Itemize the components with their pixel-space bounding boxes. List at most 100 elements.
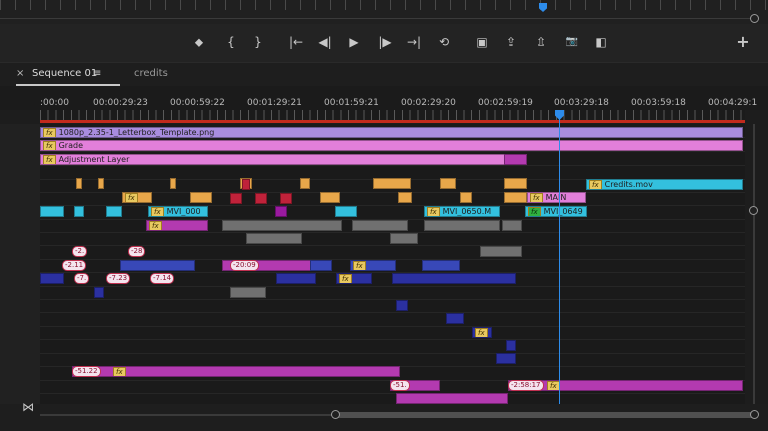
step-forward-button[interactable]: |▶ (374, 32, 396, 52)
mark-in-button[interactable]: { (220, 32, 242, 52)
clip-audio-magenta[interactable] (396, 393, 508, 404)
button-editor-add[interactable]: + (732, 32, 754, 52)
clip-orange[interactable] (504, 192, 527, 203)
clip-orange[interactable] (504, 178, 527, 189)
zoom-handle-right[interactable] (750, 410, 759, 419)
clip-blue[interactable] (446, 313, 464, 324)
clip-blue[interactable] (94, 287, 104, 298)
time-ruler-labels: :00:00 00:00:29:23 00:00:59:22 00:01:29:… (0, 86, 768, 110)
clip-gray[interactable] (424, 220, 500, 231)
loop-button[interactable]: ⟲ (433, 32, 455, 52)
duration-badge: -7.23 (106, 273, 131, 284)
clip-orange-fx[interactable]: fx (122, 192, 152, 203)
tab-sequence-01[interactable]: Sequence 01 (32, 66, 97, 82)
horizontal-scroll-thumb[interactable] (336, 412, 756, 418)
scrubber-playhead[interactable] (539, 3, 547, 12)
clip-mvi-0650[interactable]: fx MVI_0650.M (424, 206, 500, 217)
timecode-label: 00:03:59:18 (631, 98, 686, 108)
clip-blue[interactable] (120, 260, 195, 271)
clip-audio-magenta[interactable]: fx (72, 366, 400, 377)
clip-blue-fx[interactable]: fx (336, 273, 372, 284)
clip-orange[interactable] (98, 178, 104, 189)
track-divider (40, 151, 745, 152)
clip-letterbox[interactable]: fx 1080p_2.35-1_Letterbox_Template.png (40, 127, 743, 138)
scrubber-end-handle[interactable] (750, 14, 759, 23)
track-headers[interactable] (0, 124, 40, 404)
clip-orange[interactable] (398, 192, 412, 203)
timeline-tracks[interactable]: fx 1080p_2.35-1_Letterbox_Template.png fx… (40, 124, 745, 404)
scrollbar-handle[interactable] (749, 206, 758, 215)
clip-cyan[interactable] (335, 206, 357, 217)
scrollbar-track (753, 124, 755, 414)
clip-mvi-000[interactable]: fx MVI_000 (148, 206, 208, 217)
tab-credits[interactable]: credits (134, 66, 168, 82)
clip-orange[interactable] (76, 178, 82, 189)
safe-margins-button[interactable]: ▣ (471, 32, 493, 52)
clip-blue[interactable] (40, 273, 64, 284)
top-scrubber[interactable] (0, 0, 768, 24)
clip-adjustment-layer[interactable]: fx Adjustment Layer (40, 154, 527, 165)
clip-gray[interactable] (480, 246, 522, 257)
duration-badge: -20:09 (230, 260, 259, 271)
clip-mvi-0649[interactable]: fx MVI_0649 (525, 206, 587, 217)
comparison-view-button[interactable]: ◧ (590, 32, 612, 52)
clip-gray[interactable] (352, 220, 408, 231)
play-button[interactable]: ▶ (343, 32, 365, 52)
clip-orange[interactable] (440, 178, 456, 189)
clip-cyan[interactable] (40, 206, 64, 217)
clip-main[interactable]: fx MAIN (527, 192, 586, 203)
fx-badge: fx (43, 128, 56, 137)
go-to-out-button[interactable]: →| (403, 32, 425, 52)
clip-adjustment-end[interactable] (504, 154, 527, 165)
zoom-handle-left[interactable] (331, 410, 340, 419)
vertical-scrollbar[interactable] (749, 124, 759, 414)
clip-gray[interactable] (502, 220, 522, 231)
clip-magenta[interactable]: fx (146, 220, 208, 231)
fx-badge: fx (151, 207, 164, 216)
clip-label: 1080p_2.35-1_Letterbox_Template.png (58, 128, 215, 137)
fx-badge: fx (530, 193, 543, 202)
clip-orange[interactable] (320, 192, 340, 203)
clip-gray[interactable] (246, 233, 302, 244)
track-divider (40, 353, 745, 354)
clip-transition[interactable] (242, 179, 250, 190)
step-back-button[interactable]: ◀| (314, 32, 336, 52)
go-to-in-button[interactable]: |← (285, 32, 307, 52)
close-tab-icon[interactable]: × (16, 66, 24, 82)
extract-button[interactable]: ⇫ (530, 32, 552, 52)
duration-badge: -51.22 (72, 366, 101, 377)
clip-purple[interactable] (275, 206, 287, 217)
clip-blue[interactable] (310, 260, 332, 271)
clip-orange[interactable] (373, 178, 411, 189)
clip-gray[interactable] (222, 220, 342, 231)
clip-blue[interactable] (506, 340, 516, 351)
speed-badge: -2. (72, 246, 88, 257)
clip-blue[interactable] (276, 273, 316, 284)
clip-blue-fx[interactable]: fx (472, 327, 492, 338)
mark-out-button[interactable]: } (247, 32, 269, 52)
export-frame-button[interactable]: 📷 (561, 32, 583, 52)
zoom-to-sequence-icon[interactable]: ⋈ (22, 400, 34, 414)
clip-blue[interactable] (422, 260, 460, 271)
clip-blue[interactable] (392, 273, 516, 284)
tab-menu-icon[interactable]: ≡ (93, 66, 101, 82)
clip-grade[interactable]: fx Grade (40, 140, 743, 151)
clip-transition[interactable] (255, 193, 267, 204)
clip-gray[interactable] (390, 233, 418, 244)
clip-blue-fx[interactable]: fx (350, 260, 396, 271)
clip-cyan[interactable] (74, 206, 84, 217)
clip-orange[interactable] (300, 178, 310, 189)
clip-blue[interactable] (396, 300, 408, 311)
lift-button[interactable]: ⇪ (500, 32, 522, 52)
clip-transition[interactable] (230, 193, 242, 204)
transport-controls: ⬥ { } |← ◀| ▶ |▶ →| ⟲ ▣ ⇪ ⇫ 📷 ◧ + (0, 24, 768, 62)
clip-orange[interactable] (460, 192, 472, 203)
clip-orange[interactable] (190, 192, 212, 203)
clip-cyan[interactable] (106, 206, 122, 217)
clip-blue[interactable] (496, 353, 516, 364)
clip-transition[interactable] (280, 193, 292, 204)
clip-gray[interactable] (230, 287, 266, 298)
clip-credits[interactable]: fx Credits.mov (586, 179, 743, 190)
add-marker-button[interactable]: ⬥ (188, 32, 210, 52)
clip-orange[interactable] (170, 178, 176, 189)
